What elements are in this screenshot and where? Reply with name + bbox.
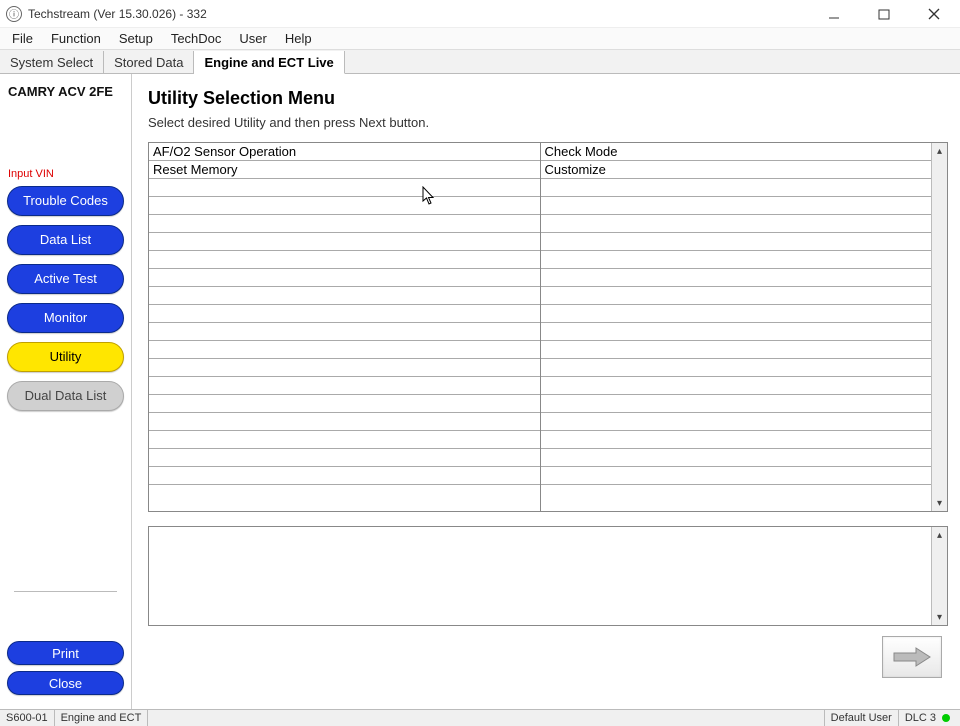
scroll-up-icon[interactable]: ▴ (932, 143, 947, 159)
menu-techdoc[interactable]: TechDoc (163, 29, 230, 48)
trouble-codes-button[interactable]: Trouble Codes (7, 186, 124, 216)
utility-cell[interactable] (541, 251, 932, 269)
utility-cell[interactable] (541, 287, 932, 305)
print-button[interactable]: Print (7, 641, 124, 665)
utility-cell[interactable] (149, 377, 540, 395)
menu-file[interactable]: File (4, 29, 41, 48)
utility-cell[interactable] (541, 197, 932, 215)
utility-cell[interactable] (541, 485, 932, 511)
menu-bar: File Function Setup TechDoc User Help (0, 28, 960, 50)
utility-cell[interactable] (149, 323, 540, 341)
instruction-text: Select desired Utility and then press Ne… (148, 115, 948, 130)
utility-cell[interactable] (149, 413, 540, 431)
scroll-down-icon[interactable]: ▾ (932, 609, 947, 625)
utility-cell[interactable] (541, 377, 932, 395)
page-title: Utility Selection Menu (148, 88, 948, 109)
active-test-button[interactable]: Active Test (7, 264, 124, 294)
utility-cell[interactable] (149, 467, 540, 485)
description-box: ▴ ▾ (148, 526, 948, 626)
utility-cell[interactable] (149, 251, 540, 269)
utility-cell[interactable]: Check Mode (541, 143, 932, 161)
scroll-up-icon[interactable]: ▴ (932, 527, 947, 543)
status-system: Engine and ECT (55, 710, 149, 726)
utility-cell[interactable]: AF/O2 Sensor Operation (149, 143, 540, 161)
utility-cell[interactable] (541, 305, 932, 323)
utility-cell[interactable] (149, 269, 540, 287)
sidebar: CAMRY ACV 2FE Input VIN Trouble Codes Da… (0, 74, 132, 709)
window-title: Techstream (Ver 15.30.026) - 332 (28, 7, 207, 21)
grid-scrollbar[interactable]: ▴ ▾ (931, 143, 947, 511)
utility-cell[interactable] (149, 341, 540, 359)
utility-cell[interactable] (149, 305, 540, 323)
utility-cell[interactable] (149, 359, 540, 377)
close-panel-button[interactable]: Close (7, 671, 124, 695)
tab-engine-ect-live[interactable]: Engine and ECT Live (194, 51, 344, 74)
utility-cell[interactable]: Reset Memory (149, 161, 540, 179)
minimize-button[interactable] (820, 4, 848, 24)
status-dlc: DLC 3 (899, 710, 960, 726)
utility-cell[interactable] (541, 359, 932, 377)
utility-cell[interactable] (149, 215, 540, 233)
utility-cell[interactable] (149, 395, 540, 413)
utility-grid: AF/O2 Sensor Operation Reset Memory (148, 142, 948, 512)
utility-cell[interactable] (149, 233, 540, 251)
utility-cell[interactable] (149, 179, 540, 197)
dual-data-list-button[interactable]: Dual Data List (7, 381, 124, 411)
status-code: S600-01 (0, 710, 55, 726)
vehicle-name: CAMRY ACV 2FE (4, 82, 127, 108)
utility-cell[interactable] (541, 449, 932, 467)
utility-cell[interactable] (541, 395, 932, 413)
menu-setup[interactable]: Setup (111, 29, 161, 48)
utility-cell[interactable] (541, 215, 932, 233)
menu-function[interactable]: Function (43, 29, 109, 48)
utility-cell[interactable] (541, 233, 932, 251)
utility-cell[interactable] (149, 485, 540, 511)
sidebar-divider (14, 591, 117, 592)
status-user: Default User (825, 710, 899, 726)
utility-cell[interactable] (149, 431, 540, 449)
menu-help[interactable]: Help (277, 29, 320, 48)
utility-cell[interactable]: Customize (541, 161, 932, 179)
data-list-button[interactable]: Data List (7, 225, 124, 255)
utility-button[interactable]: Utility (7, 342, 124, 372)
tab-stored-data[interactable]: Stored Data (104, 51, 194, 73)
menu-user[interactable]: User (231, 29, 274, 48)
desc-scrollbar[interactable]: ▴ ▾ (931, 527, 947, 625)
input-vin-link[interactable]: Input VIN (4, 108, 127, 186)
status-bar: S600-01 Engine and ECT Default User DLC … (0, 709, 960, 726)
utility-cell[interactable] (149, 197, 540, 215)
maximize-button[interactable] (870, 4, 898, 24)
status-spacer (148, 710, 824, 726)
scroll-down-icon[interactable]: ▾ (932, 495, 947, 511)
utility-cell[interactable] (541, 341, 932, 359)
title-bar: ⓘ Techstream (Ver 15.30.026) - 332 (0, 0, 960, 28)
utility-cell[interactable] (541, 413, 932, 431)
utility-cell[interactable] (149, 287, 540, 305)
utility-cell[interactable] (149, 449, 540, 467)
content-area: Utility Selection Menu Select desired Ut… (132, 74, 960, 709)
connection-dot-icon (942, 714, 950, 722)
arrow-right-icon (892, 646, 932, 668)
utility-cell[interactable] (541, 467, 932, 485)
utility-cell[interactable] (541, 323, 932, 341)
close-button[interactable] (920, 4, 948, 24)
tab-strip: System Select Stored Data Engine and ECT… (0, 50, 960, 74)
next-button[interactable] (882, 636, 942, 678)
app-icon: ⓘ (6, 6, 22, 22)
utility-cell[interactable] (541, 269, 932, 287)
status-dlc-label: DLC 3 (905, 712, 936, 724)
monitor-button[interactable]: Monitor (7, 303, 124, 333)
utility-cell[interactable] (541, 431, 932, 449)
tab-system-select[interactable]: System Select (0, 51, 104, 73)
utility-cell[interactable] (541, 179, 932, 197)
